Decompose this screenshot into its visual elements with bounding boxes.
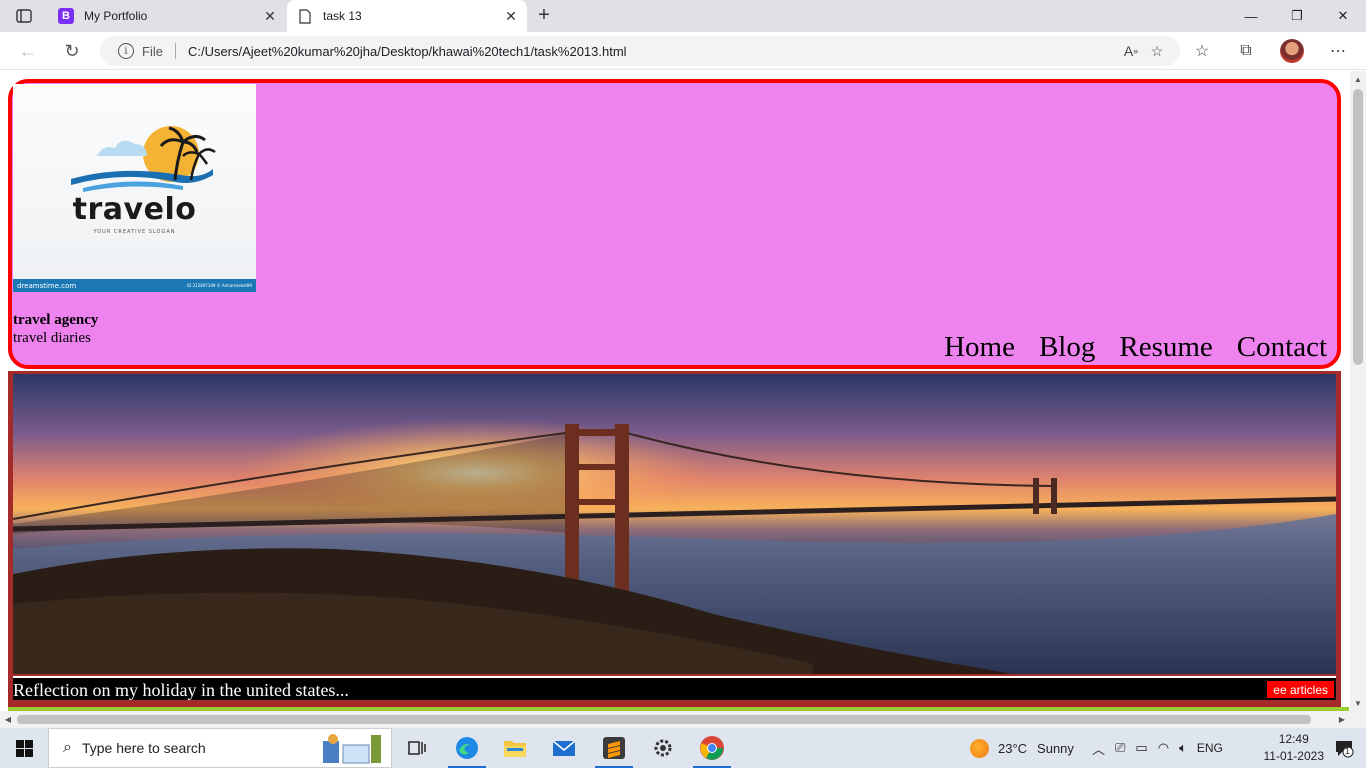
new-tab-icon[interactable]: + — [533, 4, 555, 26]
scroll-up-icon[interactable]: ▲ — [1350, 71, 1366, 87]
start-button[interactable] — [0, 728, 48, 768]
weather-widget[interactable]: 23°C Sunny — [970, 728, 1074, 768]
system-tray: ︿ ⎚ ▭ ◠ 🔈︎ ENG — [1092, 728, 1223, 768]
edge-taskbar-icon[interactable] — [444, 728, 490, 768]
nav-contact[interactable]: Contact — [1237, 331, 1327, 364]
search-icon: ⌕ — [63, 739, 72, 756]
volume-icon[interactable]: 🔈︎ — [1179, 740, 1187, 756]
browser-toolbar: ← ↻ i File C:/Users/Ajeet%20kumar%20jha/… — [0, 32, 1366, 70]
refresh-icon[interactable]: ↻ — [60, 39, 84, 63]
tab-actions-icon[interactable] — [8, 6, 40, 26]
see-articles-button[interactable]: ee articles — [1267, 681, 1334, 698]
back-icon[interactable]: ← — [16, 39, 40, 63]
tab-title: My Portfolio — [84, 9, 148, 23]
golden-gate-bridge-image — [13, 374, 1336, 674]
watermark-right: ID 212897349 © Anhamasket89 — [187, 283, 252, 288]
meet-now-icon[interactable]: ⎚ — [1115, 740, 1125, 756]
more-menu-icon[interactable]: ⋯ — [1324, 39, 1352, 63]
sublime-text-icon[interactable] — [591, 728, 637, 768]
file-scheme-label: File — [142, 43, 163, 59]
hero-section: Reflection on my holiday in the united s… — [8, 371, 1341, 707]
read-aloud-icon[interactable]: A» — [1118, 39, 1144, 63]
file-explorer-icon[interactable] — [492, 728, 538, 768]
travelo-logo: travelo YOUR CREATIVE SLOGAN dreamstime.… — [13, 84, 256, 292]
tab-task-13[interactable]: task 13 ✕ — [287, 0, 527, 32]
tab-bar: B My Portfolio ✕ task 13 ✕ + — ❐ ✕ — [0, 0, 1366, 32]
notification-count: 1 — [1345, 746, 1351, 756]
clock-date: 11-01-2023 — [1263, 749, 1325, 763]
close-window-icon[interactable]: ✕ — [1320, 0, 1366, 32]
wifi-icon[interactable]: ◠ — [1158, 740, 1169, 756]
favorites-icon[interactable]: ☆ — [1188, 39, 1216, 63]
show-hidden-icons-chevron-icon[interactable]: ︿ — [1092, 739, 1105, 758]
close-tab-icon[interactable]: ✕ — [501, 6, 521, 26]
main-nav: Home Blog Resume Contact — [944, 331, 1327, 364]
bootstrap-favicon-icon: B — [58, 8, 74, 24]
hero-caption-bar: Reflection on my holiday in the united s… — [13, 676, 1336, 700]
brand-title: travel agency — [13, 312, 99, 328]
horizontal-scroll-thumb[interactable] — [17, 715, 1311, 724]
collections-icon[interactable]: ⧉ — [1232, 39, 1260, 63]
settings-gear-icon[interactable] — [640, 728, 686, 768]
page-favicon-icon — [297, 8, 313, 24]
watermark-left: dreamstime.com — [17, 281, 77, 290]
close-tab-icon[interactable]: ✕ — [260, 6, 280, 26]
vertical-scrollbar[interactable]: ▲ ▼ — [1350, 71, 1366, 711]
weather-temp: 23°C — [998, 740, 1028, 756]
tab-my-portfolio[interactable]: B My Portfolio ✕ — [48, 0, 286, 32]
taskbar-search-box[interactable]: ⌕ Type here to search — [48, 728, 392, 768]
restore-icon[interactable]: ❐ — [1274, 0, 1320, 32]
language-indicator[interactable]: ENG — [1197, 741, 1223, 755]
windows-taskbar: ⌕ Type here to search 23°C Sunny ︿ ⎚ ▭ ◠… — [0, 728, 1366, 768]
address-bar[interactable]: i File C:/Users/Ajeet%20kumar%20jha/Desk… — [100, 36, 1180, 66]
nav-blog[interactable]: Blog — [1039, 331, 1095, 364]
search-placeholder: Type here to search — [81, 740, 206, 756]
address-divider — [174, 43, 176, 59]
sunny-weather-icon — [970, 738, 989, 758]
hero-caption: Reflection on my holiday in the united s… — [13, 680, 349, 700]
mail-icon[interactable] — [541, 728, 587, 768]
task-view-icon[interactable] — [394, 728, 440, 768]
site-header: travelo YOUR CREATIVE SLOGAN dreamstime.… — [8, 79, 1341, 369]
vertical-scroll-thumb[interactable] — [1353, 89, 1363, 365]
info-icon[interactable]: i — [118, 43, 134, 59]
sun-palm-logo-icon — [71, 126, 216, 192]
scroll-down-icon[interactable]: ▼ — [1350, 695, 1366, 711]
window-controls: — ❐ ✕ — [1228, 0, 1366, 32]
windows-logo-icon — [15, 739, 33, 757]
horizontal-scrollbar[interactable]: ◀ ▶ — [0, 711, 1350, 728]
search-highlight-illustration-icon — [323, 734, 381, 764]
scrollbar-corner — [1350, 711, 1366, 728]
scroll-left-icon[interactable]: ◀ — [0, 711, 16, 728]
logo-wordmark: travelo — [72, 192, 197, 227]
clock-time: 12:49 — [1278, 732, 1309, 746]
add-favorite-icon[interactable]: ☆ — [1144, 39, 1170, 63]
minimize-icon[interactable]: — — [1228, 0, 1274, 32]
notification-center-icon[interactable]: 1 — [1334, 738, 1354, 758]
logo-slogan: YOUR CREATIVE SLOGAN — [93, 229, 176, 235]
chrome-icon[interactable] — [689, 728, 735, 768]
battery-icon[interactable]: ▭ — [1135, 740, 1147, 756]
logo-watermark-bar: dreamstime.com ID 212897349 © Anhamasket… — [13, 279, 256, 292]
profile-avatar[interactable] — [1278, 39, 1306, 63]
page-viewport: travelo YOUR CREATIVE SLOGAN dreamstime.… — [0, 71, 1350, 711]
tab-title: task 13 — [323, 9, 362, 23]
brand-subtitle: travel diaries — [13, 330, 91, 346]
scroll-right-icon[interactable]: ▶ — [1334, 711, 1350, 728]
taskbar-clock[interactable]: 12:49 11-01-2023 — [1264, 731, 1325, 765]
nav-home[interactable]: Home — [944, 331, 1015, 364]
nav-resume[interactable]: Resume — [1119, 331, 1212, 364]
url-text[interactable]: C:/Users/Ajeet%20kumar%20jha/Desktop/kha… — [188, 44, 1118, 59]
weather-condition: Sunny — [1037, 740, 1074, 756]
avatar — [1280, 39, 1304, 63]
